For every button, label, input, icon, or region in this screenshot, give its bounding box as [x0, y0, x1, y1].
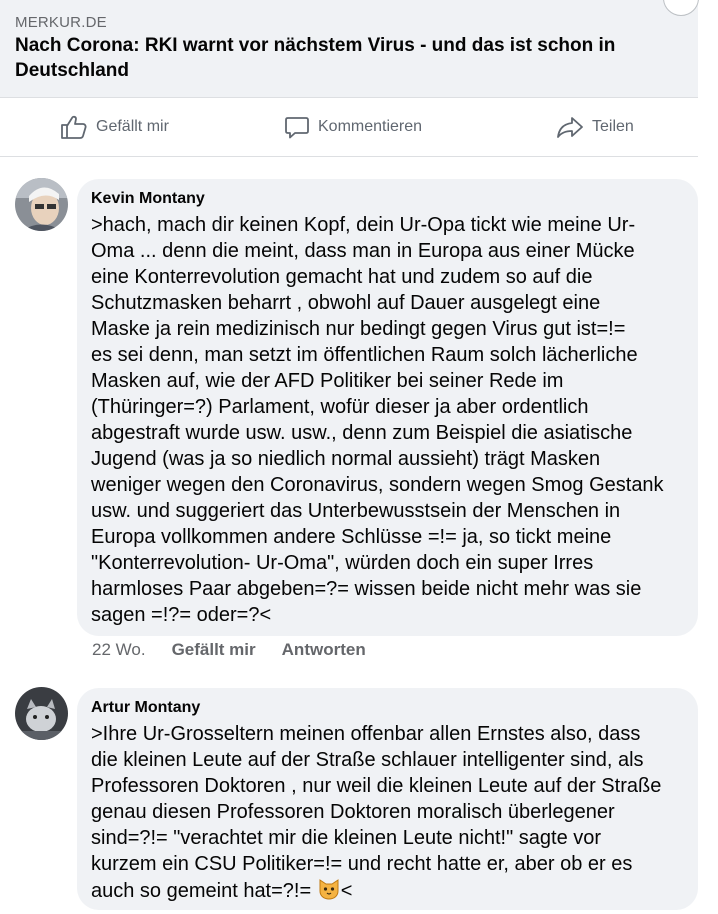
- comment-button[interactable]: Kommentieren: [284, 112, 422, 142]
- comment-bubble: Kevin Montany >hach, mach dir keinen Kop…: [77, 179, 698, 636]
- comment-label: Kommentieren: [318, 118, 423, 135]
- comment-text-main: >Ihre Ur-Grosseltern meinen offenbar all…: [91, 723, 662, 902]
- share-button[interactable]: Teilen: [556, 112, 634, 142]
- comment-like-button[interactable]: Gefällt mir: [172, 640, 256, 660]
- profile-photo-icon: [15, 178, 68, 231]
- comment-bubble: Artur Montany >Ihre Ur-Grosseltern meine…: [77, 688, 698, 910]
- comment-timestamp[interactable]: 22 Wo.: [92, 640, 146, 660]
- like-button[interactable]: Gefällt mir: [60, 112, 169, 142]
- link-preview-card[interactable]: MERKUR.DE Nach Corona: RKI warnt vor näc…: [0, 0, 698, 98]
- comment-bubble-icon: [285, 117, 309, 139]
- comment-text: >Ihre Ur-Grosseltern meinen offenbar all…: [91, 721, 684, 904]
- avatar-artur-montany[interactable]: [15, 687, 68, 740]
- comment-author[interactable]: Kevin Montany: [91, 189, 684, 209]
- cat-emoji-icon: [319, 879, 339, 900]
- comment-text: >hach, mach dir keinen Kopf, dein Ur-Opa…: [91, 214, 664, 626]
- link-headline[interactable]: Nach Corona: RKI warnt vor nächstem Viru…: [15, 33, 655, 83]
- like-label: Gefällt mir: [96, 118, 169, 135]
- post-action-bar: Gefällt mir Kommentieren Teilen: [0, 98, 698, 157]
- profile-photo-icon: [15, 687, 68, 740]
- avatar-kevin-montany[interactable]: [15, 178, 68, 231]
- thumbs-up-icon: [61, 115, 87, 139]
- comment-author[interactable]: Artur Montany: [91, 698, 684, 718]
- share-arrow-icon: [557, 117, 583, 138]
- link-domain: MERKUR.DE: [15, 14, 107, 31]
- comment-meta: 22 Wo. Gefällt mir Antworten: [92, 640, 392, 660]
- share-label: Teilen: [592, 118, 634, 135]
- comment-reply-button[interactable]: Antworten: [282, 640, 366, 660]
- comment-text-end: <: [340, 880, 353, 902]
